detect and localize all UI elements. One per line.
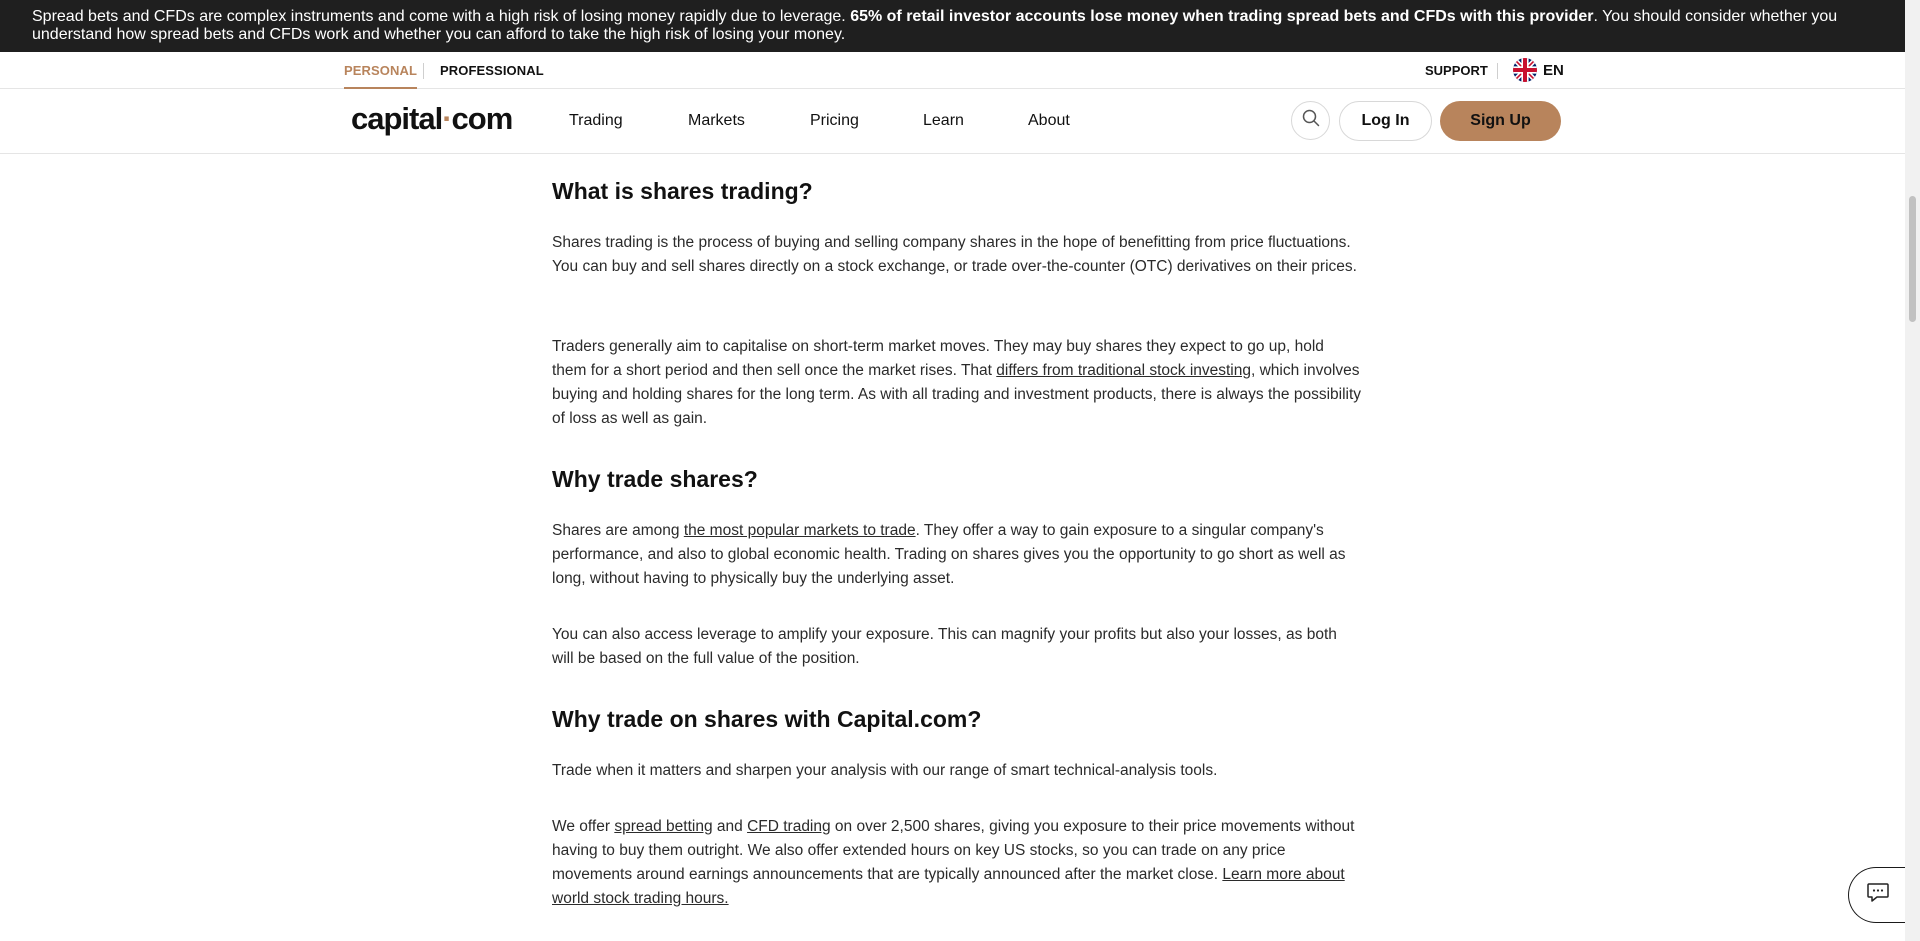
chat-button[interactable] [1848,867,1906,923]
scrollbar-thumb[interactable] [1909,196,1916,322]
paragraph: Trade when it matters and sharpen your a… [552,762,1218,779]
risk-text-bold: 65% of retail investor accounts lose mon… [850,8,1594,25]
nav-item-markets[interactable]: Markets [688,89,745,152]
heading-why-trade-shares: Why trade shares? [552,466,758,492]
signup-button[interactable]: Sign Up [1440,101,1561,141]
heading-why-trade-with-capital: Why trade on shares with Capital.com? [552,706,982,732]
logo-text-right: com [451,101,514,136]
divider [1497,63,1498,79]
nav-item-learn[interactable]: Learn [923,89,964,152]
language-selector[interactable]: EN [1513,58,1564,82]
link-spread-betting[interactable]: spread betting [614,818,712,835]
language-code: EN [1543,61,1564,79]
link-popular-markets[interactable]: the most popular markets to trade [684,522,916,539]
paragraph-text: and [712,818,748,835]
paragraph-text: We offer [552,818,615,835]
login-button[interactable]: Log In [1339,101,1432,141]
logo-text-left: capital [351,101,443,136]
capital-com-logo[interactable]: capital·com [351,101,514,137]
search-button[interactable] [1291,101,1330,140]
paragraph-text: Shares are among [552,522,684,539]
page-scrollbar[interactable] [1905,0,1920,941]
chat-icon [1866,882,1890,909]
risk-text-start: Spread bets and CFDs are complex instrum… [32,8,851,25]
link-cfd-trading[interactable]: CFD trading [747,818,831,835]
nav-item-trading[interactable]: Trading [569,89,623,152]
nav-item-about[interactable]: About [1028,89,1070,152]
divider [423,63,424,79]
search-icon [1302,109,1320,132]
paragraph: Shares are among the most popular market… [552,519,1362,591]
paragraph: Shares trading is the process of buying … [552,234,1357,275]
paragraph: You can also access leverage to amplify … [552,626,1337,667]
account-type-bar: PERSONAL PROFESSIONAL SUPPORT EN [0,52,1905,89]
main-navigation: capital·com Trading Markets Pricing Lear… [0,89,1905,154]
tab-personal[interactable]: PERSONAL [344,52,418,89]
risk-warning-banner: Spread bets and CFDs are complex instrum… [0,0,1905,52]
support-link[interactable]: SUPPORT [1425,52,1488,89]
paragraph: We offer spread betting and CFD trading … [552,815,1362,911]
tab-professional[interactable]: PROFESSIONAL [440,52,544,89]
logo-dot: · [442,101,452,136]
nav-item-pricing[interactable]: Pricing [810,89,859,152]
heading-what-is-shares-trading: What is shares trading? [552,178,813,204]
uk-flag-icon [1513,58,1537,82]
link-traditional-stock-investing[interactable]: differs from traditional stock investing [996,362,1251,379]
paragraph: Traders generally aim to capitalise on s… [552,335,1362,431]
